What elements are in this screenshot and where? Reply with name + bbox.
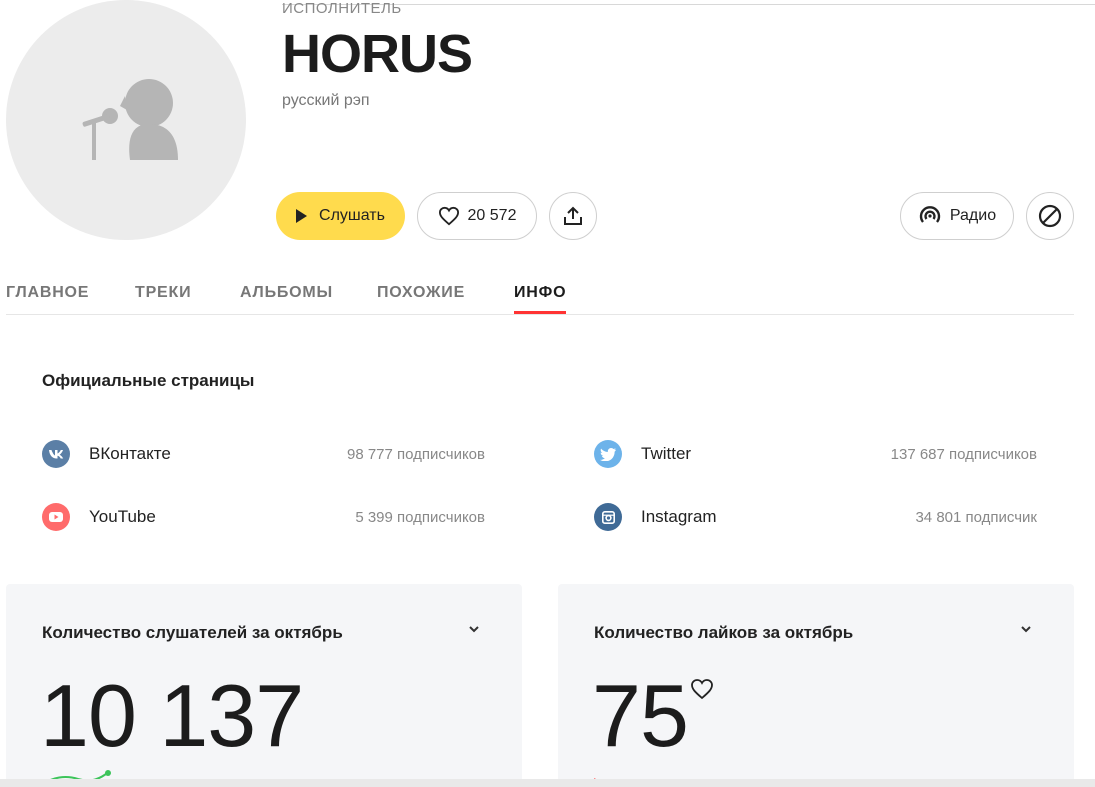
likes-count: 20 572 [467,207,517,224]
social-name: YouTube [89,507,156,526]
likes-stat-title: Количество лайков за октябрь [594,623,854,642]
social-name: Instagram [641,507,717,526]
header-divider [282,4,1095,5]
tab-tracks[interactable]: ТРЕКИ [135,284,191,302]
tab-albums[interactable]: АЛЬБОМЫ [240,284,333,302]
tab-similar[interactable]: ПОХОЖИЕ [377,284,465,302]
share-button[interactable] [549,192,597,240]
twitter-icon [594,440,622,468]
artist-avatar [6,0,246,240]
play-icon [296,209,308,223]
social-link-twitter[interactable]: Twitter 137 687 подписчиков [594,439,1037,469]
block-button[interactable] [1026,192,1074,240]
social-name: Twitter [641,444,692,463]
heart-icon [691,679,713,700]
share-icon [564,206,582,225]
social-count: 98 777 подписчиков [346,445,485,463]
instagram-icon [594,503,622,531]
heart-icon [438,206,459,226]
horizontal-scrollbar[interactable] [0,779,1095,787]
social-link-youtube[interactable]: YouTube 5 399 подписчиков [42,502,485,532]
likes-stat-card: Количество лайков за октябрь 75 [558,584,1074,787]
listeners-stat-title: Количество слушателей за октябрь [42,623,343,642]
tab-info[interactable]: ИНФО [514,284,567,314]
listen-button[interactable]: Слушать [276,192,405,240]
artist-tabs: ГЛАВНОЕ ТРЕКИ АЛЬБОМЫ ПОХОЖИЕ ИНФО [6,270,1074,315]
singer-placeholder-icon [82,79,178,160]
social-count: 5 399 подписчиков [355,508,485,526]
youtube-icon [42,503,70,531]
artist-kicker: ИСПОЛНИТЕЛЬ [282,0,402,17]
listeners-stat-card: Количество слушателей за октябрь 10 137 [6,584,522,787]
listen-label: Слушать [319,207,385,224]
vk-icon [42,440,70,468]
radio-button[interactable]: Радио [900,192,1014,240]
social-link-instagram[interactable]: Instagram 34 801 подписчик [594,502,1037,532]
radio-icon [919,206,941,223]
likes-stat-value: 75 [592,666,689,765]
artist-name: HORUS [282,24,473,84]
artist-genre[interactable]: русский рэп [282,92,370,110]
like-button[interactable]: 20 572 [417,192,537,240]
chevron-down-icon[interactable] [468,625,480,633]
tab-main[interactable]: ГЛАВНОЕ [6,284,89,302]
block-icon [1038,204,1062,228]
official-pages-title: Официальные страницы [42,371,255,390]
social-count: 34 801 подписчик [915,508,1037,526]
chevron-down-icon[interactable] [1020,625,1032,633]
listeners-stat-value: 10 137 [40,666,304,765]
social-count: 137 687 подписчиков [890,445,1037,463]
radio-label: Радио [949,207,997,224]
social-name: ВКонтакте [89,444,171,463]
social-link-vk[interactable]: ВКонтакте 98 777 подписчиков [42,439,485,469]
